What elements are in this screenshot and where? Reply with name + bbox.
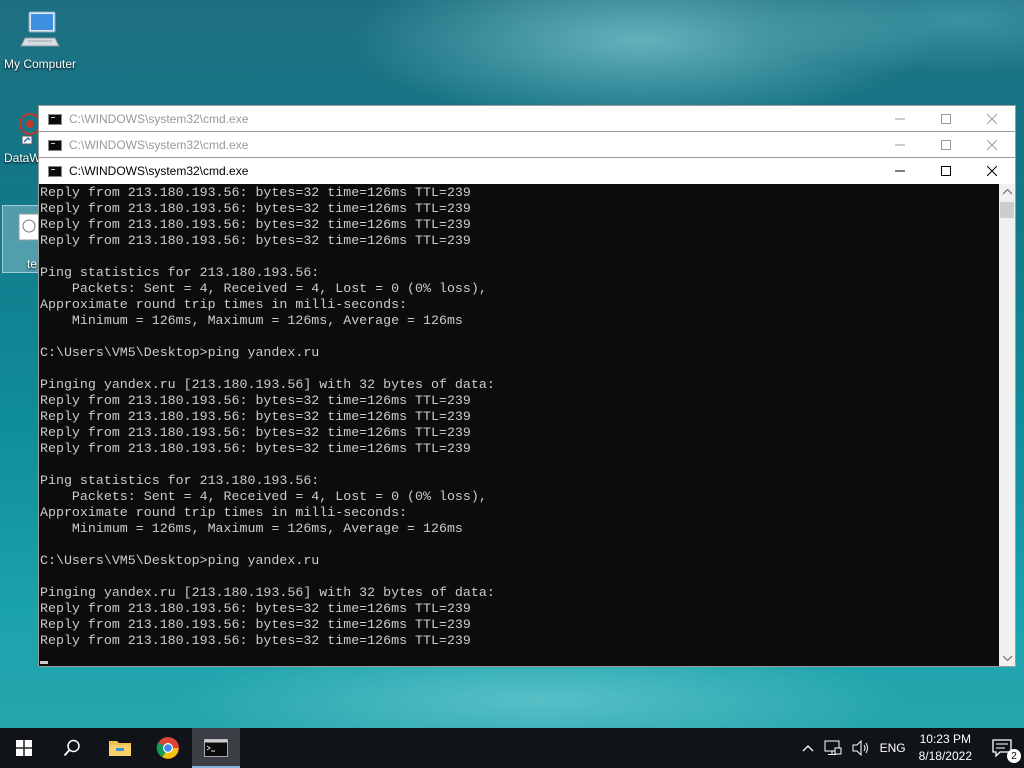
file-explorer-icon [109,741,131,756]
title-bar[interactable]: C:\WINDOWS\system32\cmd.exe [39,106,1015,132]
close-button[interactable] [969,132,1015,158]
close-button[interactable] [969,158,1015,184]
scroll-down-button[interactable] [999,650,1015,666]
file-explorer-button[interactable] [96,728,144,768]
cmd-window-active[interactable]: C:\WINDOWS\system32\cmd.exe Reply from 2… [38,157,1016,667]
console-output[interactable]: Reply from 213.180.193.56: bytes=32 time… [39,184,999,666]
desktop-icon-my-computer[interactable]: My Computer [0,8,80,71]
clock[interactable]: 10:23 PM 8/18/2022 [911,731,980,765]
start-button[interactable] [0,728,48,768]
window-title: C:\WINDOWS\system32\cmd.exe [69,164,249,178]
network-button[interactable] [819,728,847,768]
desktop-icon-label: My Computer [3,57,77,71]
close-icon [987,140,997,150]
search-button[interactable] [48,728,96,768]
window-title: C:\WINDOWS\system32\cmd.exe [69,112,249,126]
dataw-icon [19,113,41,145]
title-bar[interactable]: C:\WINDOWS\system32\cmd.exe [39,158,1015,184]
maximize-button[interactable] [923,132,969,158]
close-icon [987,166,997,176]
action-center-button[interactable]: 2 [980,728,1024,768]
maximize-icon [941,140,951,150]
maximize-button[interactable] [923,106,969,132]
desktop: My Computer DataW te C:\WINDOWS\system32… [0,0,1024,768]
document-icon [18,213,40,241]
notification-count-badge: 2 [1007,749,1021,763]
taskbar: ENG 10:23 PM 8/18/2022 2 [0,728,1024,768]
cmd-icon [204,739,228,757]
minimize-icon [895,170,905,172]
network-icon [824,740,842,755]
volume-button[interactable] [847,728,875,768]
language-indicator[interactable]: ENG [875,728,911,768]
maximize-button[interactable] [923,158,969,184]
search-icon [63,739,80,757]
system-tray: ENG 10:23 PM 8/18/2022 2 [797,728,1024,768]
close-button[interactable] [969,106,1015,132]
chrome-icon [156,737,179,759]
close-icon [987,114,997,124]
window-title: C:\WINDOWS\system32\cmd.exe [69,138,249,152]
cmd-taskbar-button[interactable] [192,728,240,768]
minimize-icon [895,118,905,120]
cmd-icon [48,113,62,125]
chevron-up-icon [802,745,814,752]
show-hidden-icons-button[interactable] [797,728,819,768]
volume-icon [852,740,868,756]
scrollbar-thumb[interactable] [1000,202,1014,218]
text-cursor [40,661,48,664]
vertical-scrollbar[interactable] [999,184,1015,666]
minimize-icon [895,144,905,146]
scroll-up-button[interactable] [999,184,1015,200]
console-text: Reply from 213.180.193.56: bytes=32 time… [40,185,495,648]
computer-icon [20,11,60,47]
cmd-icon [48,139,62,151]
desktop-icon-label: te [27,257,38,271]
maximize-icon [941,114,951,124]
start-icon [16,740,32,756]
minimize-button[interactable] [877,158,923,184]
chevron-down-icon [1002,655,1012,661]
minimize-button[interactable] [877,132,923,158]
title-bar[interactable]: C:\WINDOWS\system32\cmd.exe [39,132,1015,158]
maximize-icon [941,166,951,176]
chrome-button[interactable] [144,728,192,768]
cmd-icon [48,165,62,177]
minimize-button[interactable] [877,106,923,132]
chevron-up-icon [1002,189,1012,195]
clock-date: 8/18/2022 [918,749,972,763]
clock-time: 10:23 PM [919,732,971,746]
